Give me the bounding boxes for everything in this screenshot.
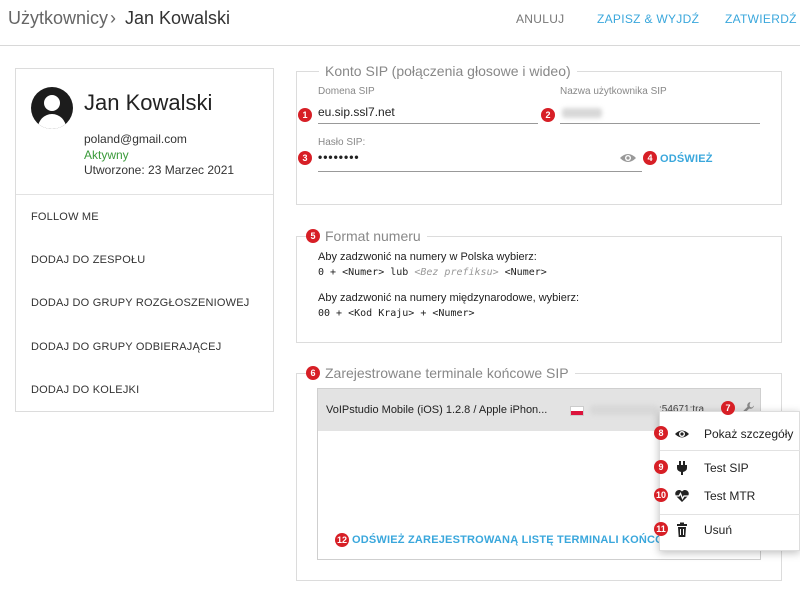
sip-username-underline [560,123,760,124]
profile-card: Jan Kowalski poland@gmail.com Aktywny Ut… [15,68,274,412]
marker-12: 12 [335,533,349,547]
sip-username-label: Nazwa użytkownika SIP [560,86,667,97]
poland-flag-icon [570,406,584,416]
sip-domain-label: Domena SIP [318,86,375,97]
top-bar: Użytkownicy › Jan Kowalski ANULUJ ZAPISZ… [0,0,800,46]
refresh-password-button[interactable]: ODŚWIEŻ [660,153,713,165]
local-dial-code-b: <Bez prefiksu> [414,267,499,278]
sip-password-input[interactable]: •••••••• [318,150,360,164]
sip-domain-underline [318,123,538,124]
menu-item-add-to-broadcast-group[interactable]: DODAJ DO GRUPY ROZGŁOSZENIOWEJ [31,297,250,309]
terminals-legend: Zarejestrowane terminale końcowe SIP [319,365,575,381]
show-details-label: Pokaż szczegóły [704,427,794,441]
user-avatar-icon [31,87,73,129]
local-dial-text: Aby zadzwonić na numery w Polska wybierz… [318,251,537,263]
eye-icon [675,430,689,438]
sip-password-label: Hasło SIP: [318,137,366,148]
marker-9: 9 [654,460,668,474]
plug-icon [677,461,687,475]
divider [16,194,273,195]
chevron-right-icon: › [110,8,116,28]
delete-label: Usuń [704,523,733,537]
divider [660,514,800,515]
local-dial-code-a: 0 + <Numer> lub [318,267,415,278]
cancel-button[interactable]: ANULUJ [516,12,564,26]
terminal-context-menu: Pokaż szczegóły Test SIP Test MTR Usuń [659,411,800,551]
menu-item-delete[interactable]: Usuń [660,516,800,544]
menu-item-add-to-queue[interactable]: DODAJ DO KOLEJKI [31,384,139,396]
breadcrumb-current: Jan Kowalski [125,8,231,28]
profile-created-date: Utworzone: 23 Marzec 2021 [84,163,235,177]
menu-item-show-details[interactable]: Pokaż szczegóły [660,420,800,448]
menu-item-test-sip[interactable]: Test SIP [660,454,800,482]
menu-item-test-mtr[interactable]: Test MTR [660,482,800,510]
marker-3: 3 [298,151,312,165]
marker-4: 4 [643,151,657,165]
sip-account-legend: Konto SIP (połączenia głosowe i wideo) [319,63,577,79]
sip-domain-input[interactable]: eu.sip.ssl7.net [318,105,395,119]
divider [660,450,800,451]
menu-item-follow-me[interactable]: FOLLOW ME [31,211,99,223]
marker-1: 1 [298,108,312,122]
trash-icon [677,522,687,537]
eye-icon[interactable] [619,152,637,164]
terminal-device-name: VoIPstudio Mobile (iOS) 1.2.8 / Apple iP… [326,404,548,416]
marker-7: 7 [721,401,735,415]
marker-8: 8 [654,426,668,440]
local-dial-code: 0 + <Numer> lub <Bez prefiksu> <Numer> [318,267,547,278]
local-dial-code-c: <Numer> [498,267,547,278]
profile-name: Jan Kowalski [84,90,213,115]
profile-email: poland@gmail.com [84,132,187,146]
refresh-terminal-list-button[interactable]: ODŚWIEŻ ZAREJESTROWANĄ LISTĘ TERMINALI K… [352,534,698,546]
heart-pulse-icon [675,490,689,502]
marker-10: 10 [654,488,668,502]
status-badge: Aktywny [84,148,129,162]
number-format-legend: Format numeru [319,228,427,244]
confirm-button[interactable]: ZATWIERDŹ [725,12,797,26]
marker-6: 6 [306,366,320,380]
sip-password-underline [318,171,642,172]
intl-dial-text: Aby zadzwonić na numery międzynarodowe, … [318,292,580,304]
menu-item-add-to-pickup-group[interactable]: DODAJ DO GRUPY ODBIERAJĄCEJ [31,341,221,353]
marker-5: 5 [306,229,320,243]
marker-2: 2 [541,108,555,122]
test-sip-label: Test SIP [704,461,749,475]
test-mtr-label: Test MTR [704,489,756,503]
save-exit-button[interactable]: ZAPISZ & WYJDŹ [597,12,699,26]
marker-11: 11 [654,522,668,536]
breadcrumb-users[interactable]: Użytkownicy [8,8,108,29]
intl-dial-code: 00 + <Kod Kraju> + <Numer> [318,308,475,319]
menu-item-add-to-team[interactable]: DODAJ DO ZESPOŁU [31,254,145,266]
sip-username-input[interactable] [562,108,602,118]
terminal-address-blurred [590,405,658,415]
